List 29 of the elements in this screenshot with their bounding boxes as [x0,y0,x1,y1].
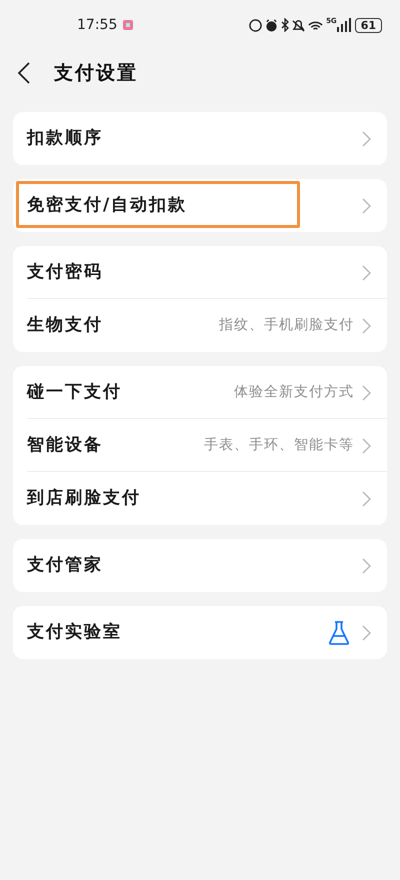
chevron-right-icon [362,438,371,454]
settings-row[interactable]: 生物支付 指纹、手机刷脸支付 [13,299,387,352]
bluetooth-icon [281,18,290,32]
chevron-right-icon [362,264,371,280]
settings-row[interactable]: 支付密码 [13,246,387,299]
status-time: 17:55 [77,16,118,34]
chevron-right-icon [362,198,371,214]
settings-row[interactable]: 支付实验室 [13,606,387,659]
chevron-right-icon [362,384,371,400]
alarm-icon [265,18,278,32]
chevron-right-icon [362,318,371,334]
chevron-right-icon [362,558,371,574]
bell-muted-icon [292,18,306,32]
settings-row[interactable]: 支付管家 [13,539,387,592]
settings-row[interactable]: 智能设备 手表、手环、智能卡等 [13,419,387,472]
notification-icon [123,20,134,30]
chevron-right-icon [362,490,371,506]
settings-row[interactable]: 碰一下支付 体验全新支付方式 [13,366,387,419]
settings-row[interactable]: 到店刷脸支付 [13,472,387,525]
flask-icon [328,620,350,644]
chevron-right-icon [362,624,371,640]
battery-indicator: 61 [354,18,382,32]
page-title: 支付设置 [54,60,138,86]
settings-row[interactable]: 扣款顺序 [13,112,387,165]
signal-icon [336,18,351,32]
wifi-icon [308,20,324,30]
back-icon [18,62,30,84]
settings-row[interactable]: 免密支付/自动扣款 [13,179,387,232]
chevron-right-icon [362,130,371,146]
